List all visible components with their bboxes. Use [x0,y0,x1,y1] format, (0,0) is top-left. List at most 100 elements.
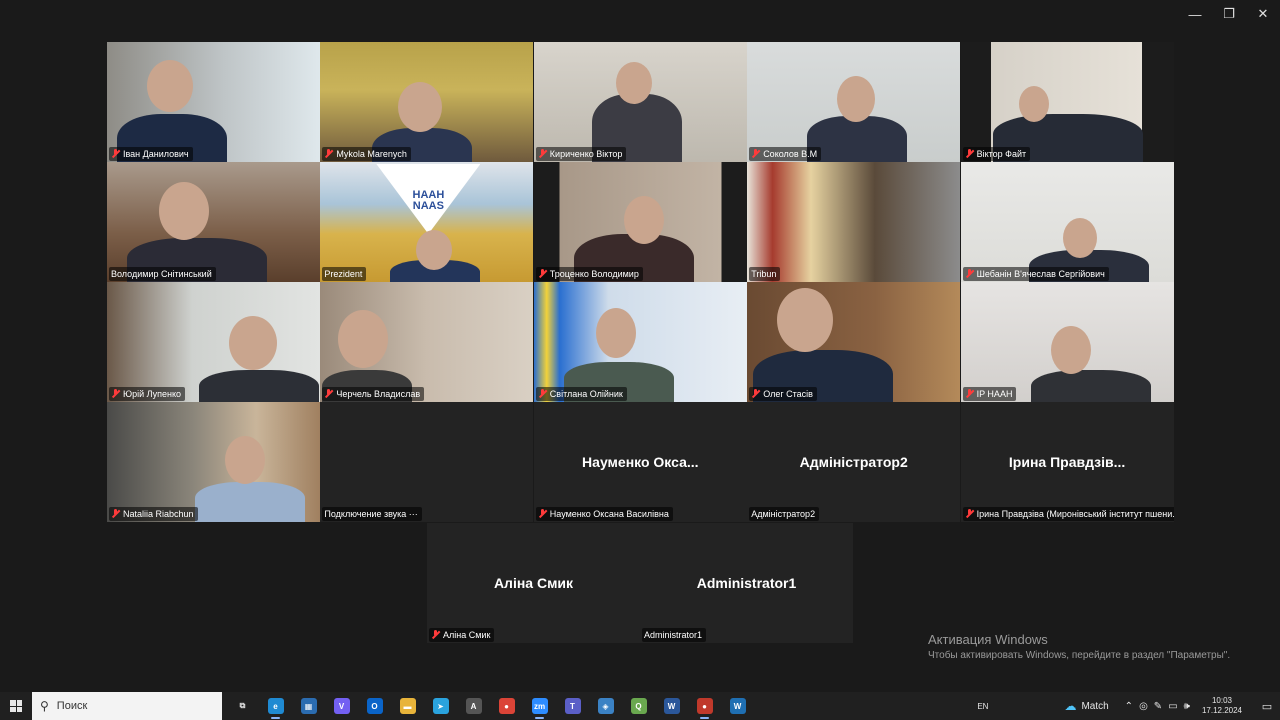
volume-icon[interactable]: 🕪 [1184,701,1190,712]
participant-tile[interactable]: Адміністратор2 Адміністратор2 [747,402,961,522]
participant-tile[interactable]: Mykola Marenych [320,42,534,162]
participant-name-tag: Administrator1 [642,628,707,642]
participant-name-tag: Юрій Лупенко [109,387,186,401]
participant-tile[interactable]: Соколов В.М [747,42,961,162]
participant-display-name: Аліна Смик [493,575,574,591]
participant-name-tag: Світлана Олійник [535,387,627,401]
zoom-taskbar-button[interactable]: zm [523,692,556,720]
participant-head [615,62,652,104]
participant-tile[interactable]: Administrator1 Administrator1 [640,523,853,643]
participant-name-tag: Адміністратор2 [749,507,820,521]
participant-name: Nataliia Riabchun [123,509,194,519]
participant-head [595,308,636,358]
window-controls: — ❐ ✕ [1178,0,1280,28]
participant-name-tag: Черчель Владислав [322,387,425,401]
notification-icon[interactable]: ▭ [1254,700,1280,713]
participant-tile[interactable]: Nataliia Riabchun [107,402,320,522]
participant-name-tag: Володимир Снітинський [109,267,216,281]
chevron-up-icon[interactable]: ⌃ [1125,701,1133,712]
zoom-icon: zm [531,698,548,714]
muted-mic-icon [751,149,760,159]
start-button[interactable] [0,692,32,720]
video-gallery: Іван Данилович Mykola Marenych Кириченко В… [107,42,1174,523]
language-indicator[interactable]: EN [977,702,988,711]
participant-head [837,76,876,122]
activation-title: Активация Windows [928,632,1048,647]
participant-tile[interactable]: НААН NAAS Prezident [320,162,534,282]
weather-label: Match [1081,700,1109,712]
camera-icon[interactable]: ◎ [1139,701,1148,712]
video-feed [320,402,534,522]
muted-mic-icon [324,389,333,399]
explorer-taskbar-button[interactable]: ▬ [391,692,424,720]
participant-tile[interactable]: Іван Данилович [107,42,320,162]
participant-head [623,196,664,244]
participant-head [1062,218,1097,258]
task-view-icon: ⧉ [239,701,246,710]
clock[interactable]: 10:03 17.12.2024 [1202,696,1242,716]
participant-display-name: Administrator1 [696,575,797,591]
network-taskbar-button[interactable]: ◈ [589,692,622,720]
participant-tile[interactable]: Черчель Владислав [320,282,534,402]
weather-widget[interactable]: ☁ Match [1064,699,1108,713]
participant-name-tag: Шебанін В'ячеслав Сергійович [962,267,1109,281]
participant-tile[interactable]: IP НААН [960,282,1174,402]
minimize-button[interactable]: — [1178,0,1212,28]
participant-name: Віктор Файт [976,149,1027,159]
participant-name: Володимир Снітинський [111,269,212,279]
zoom-meeting-window: — ❐ ✕ Іван Данилович Mykola Marenych Кирич… [0,0,1280,720]
close-button[interactable]: ✕ [1246,0,1280,28]
participant-tile[interactable]: Науменко Окса... Науменко Оксана Василівн… [533,402,747,522]
muted-mic-icon [324,149,333,159]
participant-name-tag: IP НААН [962,387,1017,401]
participant-name-tag: Соколов В.М [749,147,822,161]
word-taskbar-button[interactable]: W [655,692,688,720]
participant-tile[interactable]: Світлана Олійник [533,282,747,402]
restore-button[interactable]: ❐ [1212,0,1246,28]
participant-tile[interactable]: Tribun [747,162,961,282]
participant-tile[interactable]: Віктор Файт [960,42,1174,162]
pen-icon[interactable]: ✎ [1154,701,1162,712]
participant-body [807,116,908,162]
participant-tile[interactable]: Подключение звука ··· [320,402,534,522]
participant-tile[interactable]: Троценко Володимир [533,162,747,282]
qgis-taskbar-button[interactable]: Q [622,692,655,720]
font-taskbar-button[interactable]: A [457,692,490,720]
participant-name: Prezident [324,269,363,279]
participant-name-tag: Аліна Смик [429,628,495,642]
participant-tile[interactable]: Олег Стасів [747,282,961,402]
participant-name: Науменко Оксана Василівна [549,509,669,519]
muted-mic-icon [538,509,547,519]
taskbar-search[interactable]: ⚲ Поиск [32,692,222,720]
participant-head [229,316,277,370]
chrome-alt-taskbar-button[interactable]: ● [688,692,721,720]
network-icon[interactable]: ▭ [1168,701,1177,712]
store-taskbar-button[interactable]: ▦ [292,692,325,720]
tray-icons: ⌃ ◎ ✎ ▭ 🕪 [1125,701,1190,712]
participant-name-tag: Кириченко Віктор [535,147,627,161]
outlook-taskbar-button[interactable]: O [358,692,391,720]
participant-tile[interactable]: Ірина Правдзів... Ірина Правдзіва (Мироні… [960,402,1174,522]
teams-taskbar-button[interactable]: T [556,692,589,720]
chrome-taskbar-button[interactable]: ● [490,692,523,720]
telegram-icon: ➤ [432,698,449,714]
telegram-taskbar-button[interactable]: ➤ [424,692,457,720]
weather-icon: ☁ [1064,699,1077,713]
viber-taskbar-button[interactable]: V [325,692,358,720]
app-taskbar-button[interactable]: W [721,692,754,720]
participant-tile[interactable]: Володимир Снітинський [107,162,320,282]
participant-tile[interactable]: Юрій Лупенко [107,282,320,402]
word-icon: W [663,698,680,714]
participant-name: Ірина Правдзіва (Миронівський інститут п… [976,509,1174,519]
participant-name: Іван Данилович [123,149,189,159]
participant-name-tag: Prezident [322,267,367,281]
participant-name-tag: Подключение звука ··· [322,507,422,521]
participant-name-tag: Віктор Файт [962,147,1031,161]
participant-tile[interactable]: Шебанін В'ячеслав Сергійович [960,162,1174,282]
edge-taskbar-button[interactable]: e [259,692,292,720]
participant-name: Administrator1 [644,630,703,640]
task-view-taskbar-button[interactable]: ⧉ [226,692,259,720]
participant-tile[interactable]: Аліна Смик Аліна Смик [427,523,640,643]
participant-tile[interactable]: Кириченко Віктор [533,42,747,162]
participant-name-tag: Nataliia Riabchun [109,507,198,521]
